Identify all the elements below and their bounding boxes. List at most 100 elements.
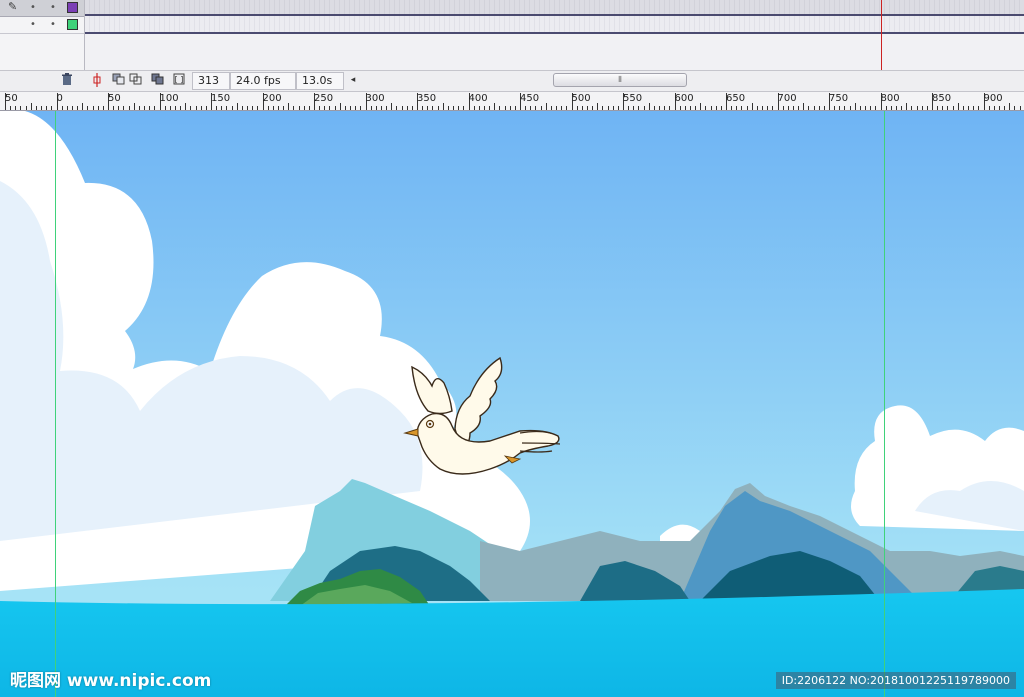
- ruler-tick: [643, 106, 645, 110]
- ruler-tick: [164, 106, 166, 110]
- ruler-tick: [427, 106, 429, 110]
- ruler-tick: [818, 106, 820, 110]
- ruler-tick: [921, 106, 923, 110]
- trash-icon[interactable]: [60, 73, 74, 87]
- ruler-tick: [82, 103, 84, 110]
- vertical-guide-line[interactable]: [884, 111, 885, 697]
- ruler-tick: [576, 106, 578, 110]
- ruler-tick: [566, 106, 568, 110]
- ruler-tick: [458, 106, 460, 110]
- ruler-label: 900: [983, 93, 1003, 104]
- horizontal-ruler: 50 0 50 100 150 200 250 300 350 400 450 500 550 600 65…: [0, 92, 1024, 111]
- ruler-tick: [339, 103, 341, 110]
- ruler-tick: [344, 106, 346, 110]
- frame-span-line: [85, 32, 1024, 34]
- frame-row[interactable]: [85, 16, 1024, 32]
- ruler-tick: [746, 106, 748, 110]
- ruler-tick: [380, 106, 382, 110]
- ruler-tick: [30, 103, 32, 110]
- ruler-tick: [350, 106, 352, 110]
- modify-onion-markers-icon[interactable]: [ ]: [172, 73, 186, 87]
- visibility-dot-icon[interactable]: •: [30, 20, 36, 30]
- scrollbar-thumb[interactable]: ⦀: [553, 73, 687, 87]
- layer-outline-color-swatch[interactable]: [67, 19, 78, 30]
- onion-skin-icon[interactable]: [111, 73, 125, 87]
- ruler-tick: [489, 106, 491, 110]
- ruler-tick: [324, 106, 326, 110]
- ruler-tick: [174, 106, 176, 110]
- ruler-tick: [535, 106, 537, 110]
- ruler-label: 400: [468, 93, 488, 104]
- timeline-horizontal-scrollbar[interactable]: ◂ ⦀: [347, 73, 1021, 87]
- ruler-tick: [782, 106, 784, 110]
- ruler-tick: [586, 106, 588, 110]
- frame-rate-display[interactable]: 24.0 fps: [230, 72, 296, 90]
- layer-row[interactable]: • •: [0, 17, 84, 34]
- ruler-tick: [942, 106, 944, 110]
- ruler-tick: [772, 106, 774, 110]
- ruler-tick: [329, 106, 331, 110]
- ruler-tick: [216, 106, 218, 110]
- layer-outline-color-swatch[interactable]: [67, 2, 78, 13]
- ruler-tick: [370, 106, 372, 110]
- frame-row[interactable]: [85, 0, 1024, 14]
- ruler-tick: [715, 106, 717, 110]
- ruler-tick: [447, 106, 449, 110]
- lock-dot-icon[interactable]: •: [50, 3, 56, 13]
- ruler-tick: [360, 106, 362, 110]
- ruler-tick: [937, 106, 939, 110]
- ruler-tick: [514, 106, 516, 110]
- ruler-tick: [890, 106, 892, 110]
- layer-row[interactable]: ✎ • •: [0, 0, 84, 17]
- ruler-label: 0: [56, 93, 63, 104]
- ruler-tick: [185, 103, 187, 110]
- edit-multiple-frames-icon[interactable]: [150, 73, 164, 87]
- ruler-tick: [669, 106, 671, 110]
- ruler-tick: [865, 106, 867, 110]
- frame-grid[interactable]: [85, 0, 1024, 70]
- ruler-tick: [241, 106, 243, 110]
- center-frame-icon[interactable]: [90, 73, 104, 87]
- stage-canvas[interactable]: 昵图网 www.nipic.com ID:2206122 NO:20181001…: [0, 111, 1024, 697]
- playhead[interactable]: [881, 0, 882, 70]
- ruler-tick: [926, 106, 928, 110]
- ruler-tick: [808, 106, 810, 110]
- ruler-tick: [854, 103, 856, 110]
- ruler-tick: [648, 103, 650, 110]
- current-frame-display: 313: [192, 72, 230, 90]
- ruler-tick: [432, 106, 434, 110]
- ruler-tick: [751, 103, 753, 110]
- id-watermark: ID:2206122 NO:20181001225119789000: [775, 672, 1016, 689]
- ruler-label: 600: [674, 93, 694, 104]
- ruler-tick: [684, 106, 686, 110]
- ruler-tick: [293, 106, 295, 110]
- ruler-tick: [653, 106, 655, 110]
- ruler-tick: [77, 106, 79, 110]
- ruler-tick: [628, 106, 630, 110]
- ruler-tick: [257, 106, 259, 110]
- ruler-tick: [499, 106, 501, 110]
- vertical-guide-line[interactable]: [55, 111, 56, 697]
- ruler-tick: [190, 106, 192, 110]
- ruler-tick: [308, 106, 310, 110]
- ruler-tick: [494, 103, 496, 110]
- ruler-label: 650: [726, 93, 746, 104]
- ruler-tick: [113, 106, 115, 110]
- scroll-left-arrow-icon[interactable]: ◂: [347, 73, 359, 87]
- visibility-dot-icon[interactable]: •: [30, 3, 36, 13]
- ruler-tick: [679, 106, 681, 110]
- ruler-tick: [180, 106, 182, 110]
- ruler-tick: [453, 106, 455, 110]
- lock-dot-icon[interactable]: •: [50, 20, 56, 30]
- ruler-tick: [870, 106, 872, 110]
- onion-skin-outlines-icon[interactable]: [128, 73, 142, 87]
- ruler-label: 300: [365, 93, 385, 104]
- ruler-label: 800: [880, 93, 900, 104]
- ruler-tick: [556, 106, 558, 110]
- ruler-tick: [272, 106, 274, 110]
- ruler-tick: [97, 106, 99, 110]
- ruler-label: 100: [159, 93, 179, 104]
- ruler-tick: [968, 106, 970, 110]
- ruler-tick: [875, 106, 877, 110]
- ruler-tick: [236, 103, 238, 110]
